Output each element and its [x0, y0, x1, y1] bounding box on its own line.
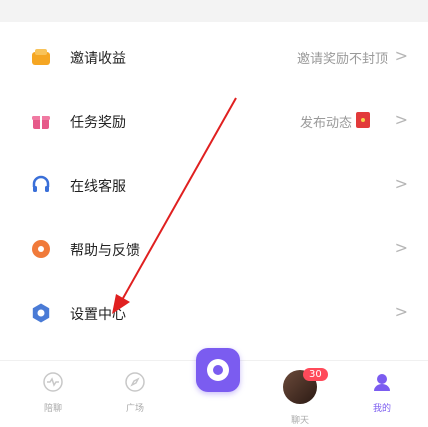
nav-item-profile[interactable]: 我的 — [352, 371, 412, 414]
nav-item-chat-companion[interactable]: 陪聊 — [23, 371, 83, 414]
compass-icon — [125, 372, 145, 392]
nav-item-chat[interactable]: 聊天 — [270, 409, 330, 426]
nav-label: 广场 — [125, 404, 144, 414]
center-create-icon — [207, 359, 229, 381]
nav-label: 陪聊 — [43, 404, 62, 414]
profile-icon — [374, 374, 390, 391]
nav-label: 聊天 — [290, 416, 309, 426]
unread-badge: 30 — [303, 368, 328, 381]
nav-label: 我的 — [372, 404, 391, 414]
center-create-button[interactable] — [196, 348, 240, 392]
nav-item-plaza[interactable]: 广场 — [105, 371, 165, 414]
heart-pulse-icon — [43, 372, 63, 392]
